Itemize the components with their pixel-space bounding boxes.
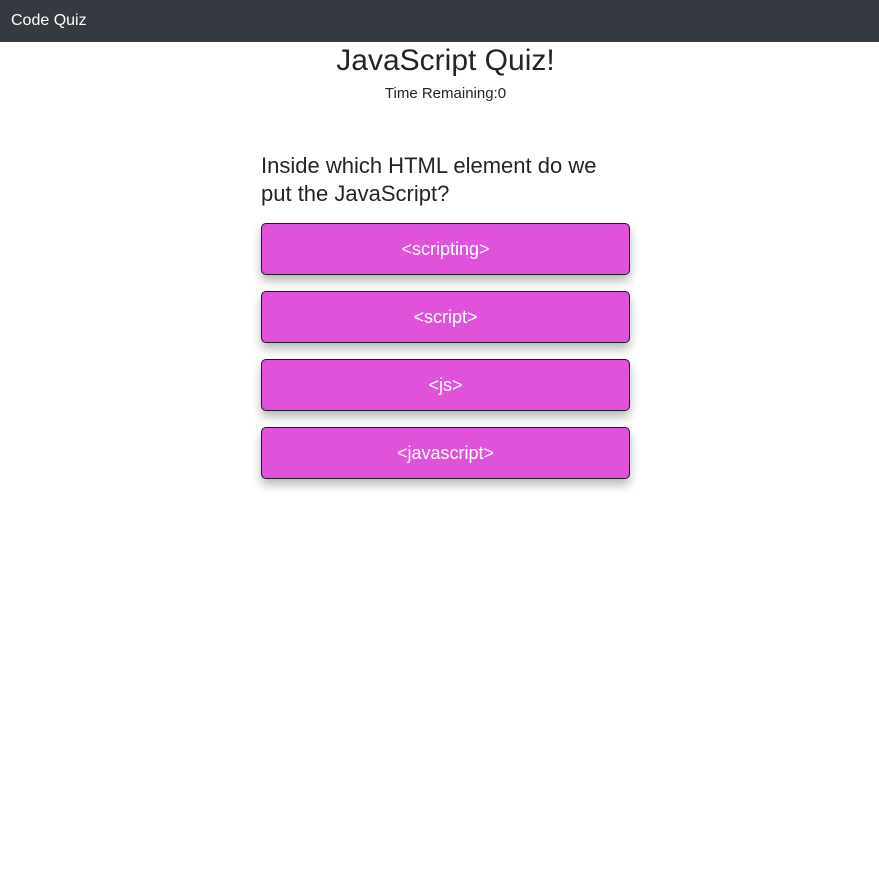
navbar-brand[interactable]: Code Quiz bbox=[11, 11, 87, 31]
choice-button-1[interactable]: <scripting> bbox=[261, 223, 630, 275]
navbar: Code Quiz bbox=[0, 0, 879, 42]
choice-button-4[interactable]: <javascript> bbox=[261, 427, 630, 479]
question-text: Inside which HTML element do we put the … bbox=[261, 153, 597, 206]
choice-button-2[interactable]: <script> bbox=[261, 291, 630, 343]
choice-button-3[interactable]: <js> bbox=[261, 359, 630, 411]
page-title: JavaScript Quiz! bbox=[336, 44, 555, 77]
quiz-card: Inside which HTML element do we put the … bbox=[261, 152, 630, 495]
time-remaining: Time Remaining:0 bbox=[384, 85, 507, 102]
